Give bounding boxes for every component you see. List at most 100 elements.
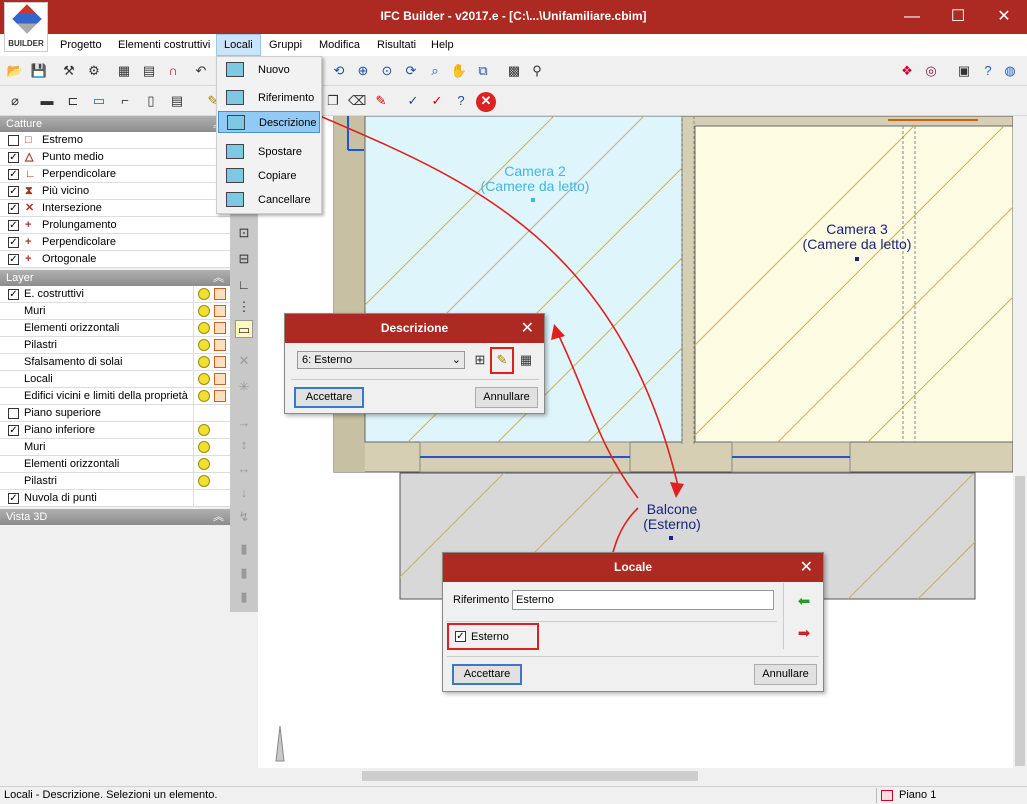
list-item[interactable]: Elementi orizzontali [0, 320, 230, 337]
3d-cube-icon[interactable] [214, 322, 226, 334]
checkbox[interactable]: ✓ [8, 237, 19, 248]
cancel-button[interactable]: Annullare [475, 387, 538, 408]
template-icon[interactable]: ▦ [115, 62, 133, 80]
menu-item-descrizione[interactable]: Descrizione [218, 111, 320, 133]
pan-hand-icon[interactable]: ✋ [450, 62, 468, 80]
vertical-scroll-thumb[interactable] [1015, 476, 1025, 766]
snap-point-icon[interactable]: ⊡ [235, 224, 253, 242]
eraser-icon[interactable]: ⌫ [348, 92, 366, 110]
export-icon[interactable]: ▤ [140, 62, 158, 80]
horizontal-scroll-thumb[interactable] [362, 771, 698, 781]
report-icon[interactable]: ▣ [955, 62, 973, 80]
description-select[interactable]: 6: Esterno ⌄ [297, 351, 465, 369]
ifc-icon[interactable]: ❖ [898, 62, 916, 80]
column-vert-icon[interactable]: ▮ [235, 540, 253, 558]
tool2-icon[interactable]: ⚙ [85, 62, 103, 80]
binoculars-icon[interactable]: ⚲ [528, 62, 546, 80]
dialog-close-icon[interactable]: ✕ [521, 314, 534, 343]
accept-button[interactable]: Accettare [452, 664, 522, 685]
list-item[interactable]: ✓ Piano inferiore [0, 422, 230, 439]
list-item[interactable]: ✓ △ Punto medio [0, 149, 230, 166]
esterno-checkbox-group[interactable]: ✓ Esterno [447, 623, 539, 650]
export-red-icon[interactable]: ➡ [795, 625, 813, 643]
vista3d-header[interactable]: Vista 3D ︽ [0, 509, 230, 525]
visibility-bulb-icon[interactable] [198, 373, 210, 385]
check-icon[interactable]: ✓ [404, 92, 422, 110]
arrow-leftright-icon[interactable]: ↔ [235, 460, 253, 478]
copy-icon[interactable]: ❐ [324, 92, 342, 110]
check-question-icon[interactable]: ✓ [428, 92, 446, 110]
visibility-bulb-icon[interactable] [198, 475, 210, 487]
menu-item-spostare[interactable]: Spostare [218, 141, 320, 163]
list-item[interactable]: ✓ + Perpendicolare [0, 234, 230, 251]
comment-icon[interactable]: ▭ [235, 320, 253, 338]
minimize-button[interactable]: — [889, 0, 935, 34]
list-item[interactable]: Muri [0, 439, 230, 456]
menu-item-copiare[interactable]: Copiare [218, 165, 320, 187]
accept-button[interactable]: Accettare [294, 387, 364, 408]
list-item[interactable]: ✓ ∟ Perpendicolare [0, 166, 230, 183]
info-icon[interactable]: ? [452, 92, 470, 110]
table-icon[interactable]: ▦ [517, 351, 535, 369]
list-item[interactable]: □ Estremo [0, 132, 230, 149]
vertical-scrollbar[interactable] [1013, 116, 1027, 768]
zoom-window-icon[interactable]: ⊕ [354, 62, 372, 80]
checkbox[interactable] [8, 408, 19, 419]
reference-input[interactable]: Esterno [512, 590, 774, 610]
visibility-bulb-icon[interactable] [198, 390, 210, 402]
list-item[interactable]: ✓ ✕ Intersezione [0, 200, 230, 217]
list-item[interactable]: Pilastri [0, 473, 230, 490]
list-item[interactable]: ✓ Nuvola di punti [0, 490, 230, 507]
rotate-view-icon[interactable]: ⟲ [330, 62, 348, 80]
3d-cube-icon[interactable] [214, 373, 226, 385]
list-item[interactable]: Edifici vicini e limiti della proprietà [0, 388, 230, 405]
menu-locali[interactable]: Locali [216, 34, 261, 56]
arrow-down-icon[interactable]: ↓ [235, 484, 253, 502]
grid-view-icon[interactable]: ▩ [505, 62, 523, 80]
list-item[interactable]: Muri [0, 303, 230, 320]
maximize-button[interactable]: ☐ [935, 0, 981, 34]
cancel-circle-icon[interactable]: ✕ [476, 92, 496, 112]
menu-risultati[interactable]: Risultati [370, 34, 423, 56]
zoom-icon[interactable]: ⊙ [378, 62, 396, 80]
floor-indicator[interactable]: Piano 1 [876, 788, 1024, 803]
column-vert2-icon[interactable]: ▮ [235, 564, 253, 582]
stair-icon[interactable]: ⌐ [116, 92, 134, 110]
menu-elementi-costruttivi[interactable]: Elementi costruttivi [111, 34, 217, 56]
menu-item-cancellare[interactable]: Cancellare [218, 189, 320, 211]
split-icon[interactable]: ✳ [235, 378, 253, 396]
horizontal-scrollbar[interactable] [258, 768, 1013, 784]
visibility-bulb-icon[interactable] [198, 288, 210, 300]
list-item[interactable]: ✓ ⧗ Più vicino [0, 183, 230, 200]
3d-cube-icon[interactable] [214, 339, 226, 351]
checkbox[interactable]: ✓ [8, 203, 19, 214]
checkbox[interactable]: ✓ [8, 493, 19, 504]
add-description-icon[interactable]: ⊞ [471, 351, 489, 369]
list-item[interactable]: ✓ E. costruttivi [0, 286, 230, 303]
window-element-icon[interactable]: ▭ [90, 92, 108, 110]
3d-cube-icon[interactable] [214, 356, 226, 368]
list-item[interactable]: Sfalsamento di solai [0, 354, 230, 371]
menu-item-nuovo[interactable]: Nuovo [218, 59, 320, 81]
import-green-icon[interactable]: ⬅ [795, 593, 813, 611]
list-item[interactable]: ✓ + Ortogonale [0, 251, 230, 268]
beam-icon[interactable]: ⊏ [64, 92, 82, 110]
refresh-icon[interactable]: ⟳ [402, 62, 420, 80]
menu-item-riferimento[interactable]: Riferimento [218, 87, 320, 109]
visibility-bulb-icon[interactable] [198, 339, 210, 351]
menu-help[interactable]: Help [424, 34, 461, 56]
edit-description-button[interactable]: ✎ [490, 347, 514, 374]
collapse-chevron-icon[interactable]: ︽ [213, 509, 224, 525]
close-button[interactable]: ✕ [981, 0, 1027, 34]
column-icon[interactable]: ▯ [142, 92, 160, 110]
list-item[interactable]: Piano superiore [0, 405, 230, 422]
collapse-chevron-icon[interactable]: ︽ [213, 270, 224, 286]
checkbox[interactable]: ✓ [8, 169, 19, 180]
checkbox[interactable]: ✓ [8, 186, 19, 197]
visibility-bulb-icon[interactable] [198, 356, 210, 368]
menu-progetto[interactable]: Progetto [53, 34, 109, 56]
save-icon[interactable]: 💾 [30, 62, 48, 80]
undo-icon[interactable]: ↶ [192, 62, 210, 80]
cancel-button[interactable]: Annullare [754, 664, 817, 685]
visibility-bulb-icon[interactable] [198, 424, 210, 436]
